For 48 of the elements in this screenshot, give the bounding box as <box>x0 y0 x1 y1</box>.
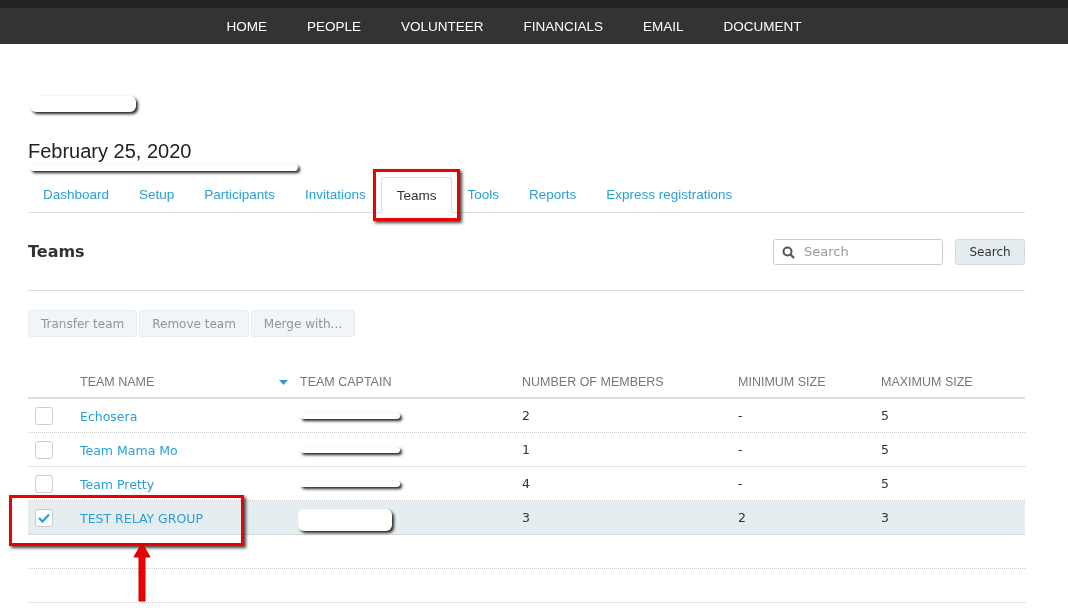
column-header[interactable]: MAXIMUM SIZE <box>881 375 973 389</box>
table-row[interactable]: Team Mama Mo 1 - 5 <box>28 433 1025 467</box>
table-cell-text: - <box>738 442 744 457</box>
tab[interactable]: Express registrations <box>591 184 748 212</box>
team-name-link[interactable]: Team Pretty <box>80 477 155 492</box>
team-name-link[interactable]: Echosera <box>80 409 138 424</box>
tab[interactable]: Reports <box>513 184 592 212</box>
table-cell-text: 1 <box>522 442 531 457</box>
table-cell-text: 3 <box>881 510 890 525</box>
nav-link[interactable]: EMAIL <box>623 18 704 34</box>
row-checkbox[interactable] <box>35 406 53 425</box>
column-header[interactable]: MINIMUM SIZE <box>738 375 826 389</box>
table-cell-text: 2 <box>522 408 531 423</box>
table-row[interactable]: Echosera 2 - 5 <box>28 399 1025 433</box>
search-icon <box>782 245 795 259</box>
search-button[interactable]: Search <box>955 238 1025 265</box>
nav-link[interactable]: PEOPLE <box>286 18 381 34</box>
row-checkbox[interactable] <box>35 474 53 493</box>
nav-link[interactable]: FINANCIALS <box>503 18 624 34</box>
tab[interactable]: Participants <box>189 184 290 212</box>
table-cell-text: - <box>738 476 744 491</box>
table-cell-text: 5 <box>881 442 890 457</box>
nav-link[interactable]: VOLUNTEER <box>380 18 504 34</box>
table-cell-text: 3 <box>522 510 531 525</box>
column-header[interactable]: TEAM CAPTAIN <box>300 375 392 389</box>
nav-link[interactable]: HOME <box>206 18 287 34</box>
column-header[interactable]: NUMBER OF MEMBERS <box>522 375 664 389</box>
section-title: Teams <box>28 242 86 261</box>
tab[interactable]: Tools <box>452 184 514 212</box>
search-field[interactable]: Search <box>773 238 943 265</box>
event-date: February 25, 2020 <box>28 140 192 162</box>
tab[interactable]: Teams <box>380 177 453 213</box>
column-header[interactable]: TEAM NAME <box>80 375 155 389</box>
table-cell-text: 5 <box>881 408 890 423</box>
row-checkbox[interactable] <box>35 508 53 527</box>
table-cell-text: 5 <box>881 476 890 491</box>
row-checkbox[interactable] <box>35 440 53 459</box>
team-name-link[interactable]: TEST RELAY GROUP <box>80 511 203 526</box>
nav-link[interactable]: DOCUMENT <box>703 18 822 34</box>
team-name-link[interactable]: Team Mama Mo <box>80 443 178 458</box>
table-row[interactable]: TEST RELAY GROUP 3 2 3 <box>28 501 1025 535</box>
tab[interactable]: Setup <box>124 184 190 212</box>
annotation-arrow <box>133 541 151 603</box>
tab[interactable]: Invitations <box>289 184 381 212</box>
tab[interactable]: Dashboard <box>28 184 125 212</box>
table-cell-text: 4 <box>522 476 531 491</box>
table-cell-text: 2 <box>738 510 747 525</box>
table-cell-text: - <box>738 408 744 423</box>
